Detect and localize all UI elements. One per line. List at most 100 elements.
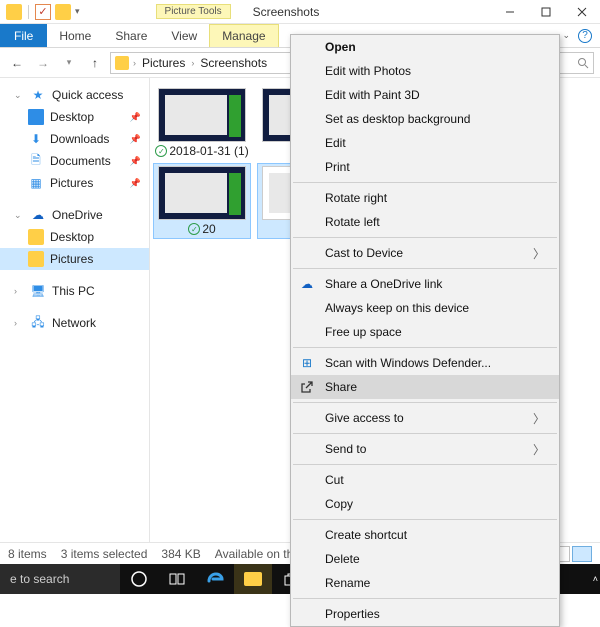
selection-count: 3 items selected [61, 547, 148, 561]
ribbon-right-controls: ⌄ ? [554, 24, 600, 47]
view-tab[interactable]: View [159, 24, 209, 47]
pin-icon: 📌 [130, 156, 141, 167]
file-item[interactable]: ✓2018-01-31 (1) [154, 86, 250, 160]
history-dropdown-icon[interactable]: ▾ [58, 52, 80, 74]
chevron-right-icon[interactable]: › [189, 58, 196, 68]
breadcrumb-screenshots[interactable]: Screenshots [198, 56, 269, 70]
forward-button[interactable]: → [32, 52, 54, 74]
ctx-separator [293, 464, 557, 465]
share-tab[interactable]: Share [103, 24, 159, 47]
downloads-node[interactable]: ⬇Downloads📌 [0, 128, 149, 150]
contextual-tab-label: Picture Tools [156, 4, 231, 19]
home-tab[interactable]: Home [47, 24, 103, 47]
qat-dropdown-icon[interactable]: ▾ [75, 6, 80, 17]
navigation-pane: ⌄★Quick access Desktop 📌 ⬇Downloads📌 🗎Doc… [0, 78, 150, 542]
ctx-set-background[interactable]: Set as desktop background [291, 107, 559, 131]
quick-access-node[interactable]: ⌄★Quick access [0, 84, 149, 106]
pictures-node[interactable]: ▦Pictures📌 [0, 172, 149, 194]
tree-label: OneDrive [52, 208, 103, 222]
thumbnails-view-button[interactable] [572, 546, 592, 562]
tree-label: Downloads [50, 132, 109, 146]
help-icon[interactable]: ? [578, 29, 592, 43]
breadcrumb-pictures[interactable]: Pictures [140, 56, 187, 70]
ctx-delete[interactable]: Delete [291, 547, 559, 571]
share-icon [299, 379, 315, 395]
ctx-scan-defender[interactable]: ⊞Scan with Windows Defender... [291, 351, 559, 375]
ctx-share[interactable]: Share [291, 375, 559, 399]
cortana-icon[interactable] [120, 564, 158, 594]
ctx-always-keep[interactable]: Always keep on this device [291, 296, 559, 320]
file-name: 20 [202, 222, 215, 236]
ctx-cut[interactable]: Cut [291, 468, 559, 492]
ctx-cast-to-device[interactable]: Cast to Device〉 [291, 241, 559, 265]
taskbar-search[interactable]: e to search [0, 564, 120, 594]
tree-label: Quick access [52, 88, 123, 102]
onedrive-desktop-node[interactable]: Desktop [0, 226, 149, 248]
documents-node[interactable]: 🗎Documents📌 [0, 150, 149, 172]
ctx-separator [293, 433, 557, 434]
ctx-separator [293, 237, 557, 238]
close-button[interactable] [564, 0, 600, 24]
pin-icon: 📌 [130, 178, 141, 189]
window-title: Screenshots [253, 5, 320, 19]
ctx-separator [293, 268, 557, 269]
desktop-node[interactable]: Desktop 📌 [0, 106, 149, 128]
ctx-print[interactable]: Print [291, 155, 559, 179]
chevron-right-icon[interactable]: › [131, 58, 138, 68]
quick-access-toolbar: ✓ ▾ [0, 0, 86, 23]
tree-label: Network [52, 316, 96, 330]
title-bar: ✓ ▾ Picture Tools Screenshots [0, 0, 600, 24]
onedrive-node[interactable]: ⌄☁OneDrive [0, 204, 149, 226]
ctx-send-to[interactable]: Send to〉 [291, 437, 559, 461]
expand-ribbon-icon[interactable]: ⌄ [562, 30, 570, 41]
minimize-button[interactable] [492, 0, 528, 24]
pin-icon: 📌 [130, 112, 141, 123]
search-icon [577, 57, 589, 69]
ctx-give-access[interactable]: Give access to〉 [291, 406, 559, 430]
edge-icon[interactable] [196, 564, 234, 594]
file-name: 2018-01-31 (1) [169, 144, 248, 158]
folder-icon[interactable] [6, 4, 22, 20]
ctx-free-space[interactable]: Free up space [291, 320, 559, 344]
ctx-edit[interactable]: Edit [291, 131, 559, 155]
thumbnail-image [158, 88, 246, 142]
ctx-properties[interactable]: Properties [291, 602, 559, 626]
ctx-copy[interactable]: Copy [291, 492, 559, 516]
network-node[interactable]: ›🖧Network [0, 312, 149, 334]
task-view-icon[interactable] [158, 564, 196, 594]
onedrive-pictures-node[interactable]: Pictures [0, 248, 149, 270]
maximize-button[interactable] [528, 0, 564, 24]
ctx-rotate-left[interactable]: Rotate left [291, 210, 559, 234]
this-pc-node[interactable]: ›🖥This PC [0, 280, 149, 302]
tray-overflow-icon[interactable]: ˄ [593, 574, 598, 584]
ctx-separator [293, 347, 557, 348]
properties-qat-icon[interactable]: ✓ [35, 4, 51, 20]
tree-label: This PC [52, 284, 95, 298]
tree-label: Pictures [50, 252, 93, 266]
tree-label: Pictures [50, 176, 93, 190]
new-folder-qat-icon[interactable] [55, 4, 71, 20]
ctx-separator [293, 402, 557, 403]
manage-tab[interactable]: Manage [209, 24, 278, 47]
file-tab[interactable]: File [0, 24, 47, 47]
up-button[interactable]: ↑ [84, 52, 106, 74]
ctx-create-shortcut[interactable]: Create shortcut [291, 523, 559, 547]
ctx-open[interactable]: Open [291, 35, 559, 59]
shield-icon: ⊞ [299, 355, 315, 371]
file-item[interactable]: ✓20 [154, 164, 250, 238]
sync-status-icon: ✓ [188, 223, 200, 235]
ctx-edit-photos[interactable]: Edit with Photos [291, 59, 559, 83]
ctx-share-onedrive[interactable]: ☁Share a OneDrive link [291, 272, 559, 296]
ctx-rename[interactable]: Rename [291, 571, 559, 595]
item-count: 8 items [8, 547, 47, 561]
qat-separator [28, 5, 29, 19]
location-folder-icon [115, 56, 129, 70]
ctx-separator [293, 182, 557, 183]
ctx-rotate-right[interactable]: Rotate right [291, 186, 559, 210]
back-button[interactable]: ← [6, 52, 28, 74]
explorer-icon[interactable] [234, 564, 272, 594]
tree-label: Desktop [50, 110, 94, 124]
submenu-arrow-icon: 〉 [533, 410, 545, 427]
context-menu: Open Edit with Photos Edit with Paint 3D… [290, 34, 560, 627]
ctx-edit-paint3d[interactable]: Edit with Paint 3D [291, 83, 559, 107]
